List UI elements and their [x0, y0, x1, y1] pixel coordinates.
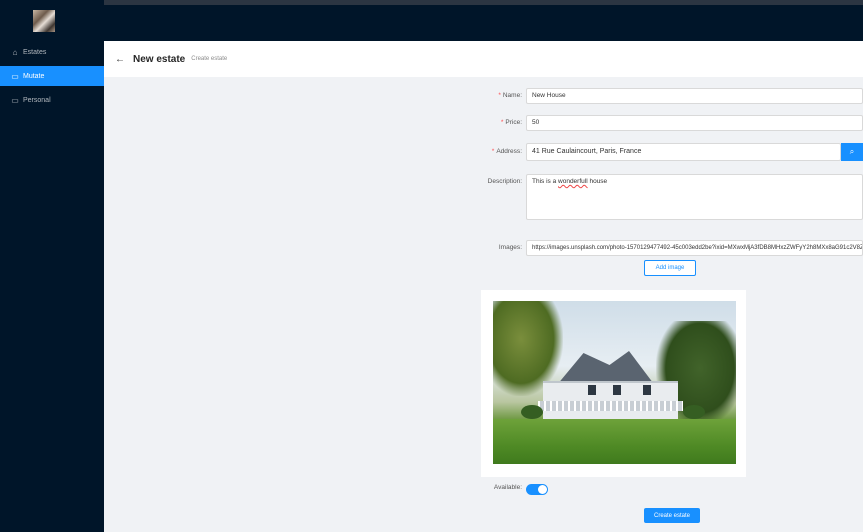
sidebar-item-personal[interactable]: ▭ Personal: [0, 90, 104, 110]
description-textarea[interactable]: This is a wonderfull house: [526, 174, 863, 220]
images-input[interactable]: https://images.unsplash.com/photo-157012…: [526, 240, 863, 256]
add-image-button[interactable]: Add image: [644, 260, 696, 276]
folder-icon: ▭: [11, 71, 19, 81]
home-icon: ⌂: [12, 47, 18, 57]
address-input[interactable]: 41 Rue Caulaincourt, Paris, France: [526, 143, 841, 161]
address-search-button[interactable]: ⌕: [841, 143, 863, 161]
sidebar-item-label: Personal: [23, 96, 51, 104]
page-title: New estate: [133, 53, 186, 65]
search-icon: ⌕: [849, 147, 855, 156]
available-switch[interactable]: [526, 484, 548, 495]
price-label: * Price:: [500, 119, 522, 126]
page-subtitle: Create estate: [191, 56, 228, 62]
sidebar-item-label: Mutate: [23, 72, 45, 80]
misspelled-word: wonderfull: [558, 178, 588, 185]
name-input[interactable]: New House: [526, 88, 863, 104]
available-label: Available:: [493, 484, 522, 491]
sidebar-item-estates[interactable]: ⌂ Estates: [0, 42, 104, 62]
name-label: * Name:: [498, 92, 522, 99]
house-photo: [493, 301, 736, 464]
top-bar: [0, 0, 863, 41]
sidebar-item-label: Estates: [23, 48, 47, 56]
user-avatar[interactable]: [33, 10, 55, 32]
folder-icon: ▭: [11, 95, 19, 105]
sidebar-item-mutate[interactable]: ▭ Mutate: [0, 66, 104, 86]
sidebar: ⌂ Estates ▭ Mutate ▭ Personal: [0, 0, 104, 532]
address-label: * Address:: [491, 148, 522, 155]
images-label: Images:: [498, 244, 522, 251]
price-input[interactable]: 50: [526, 115, 863, 131]
back-arrow-icon[interactable]: ←: [115, 54, 125, 65]
description-label: Description:: [487, 178, 522, 185]
create-estate-button[interactable]: Create estate: [644, 508, 700, 523]
page-header: ← New estate Create estate: [104, 41, 863, 77]
